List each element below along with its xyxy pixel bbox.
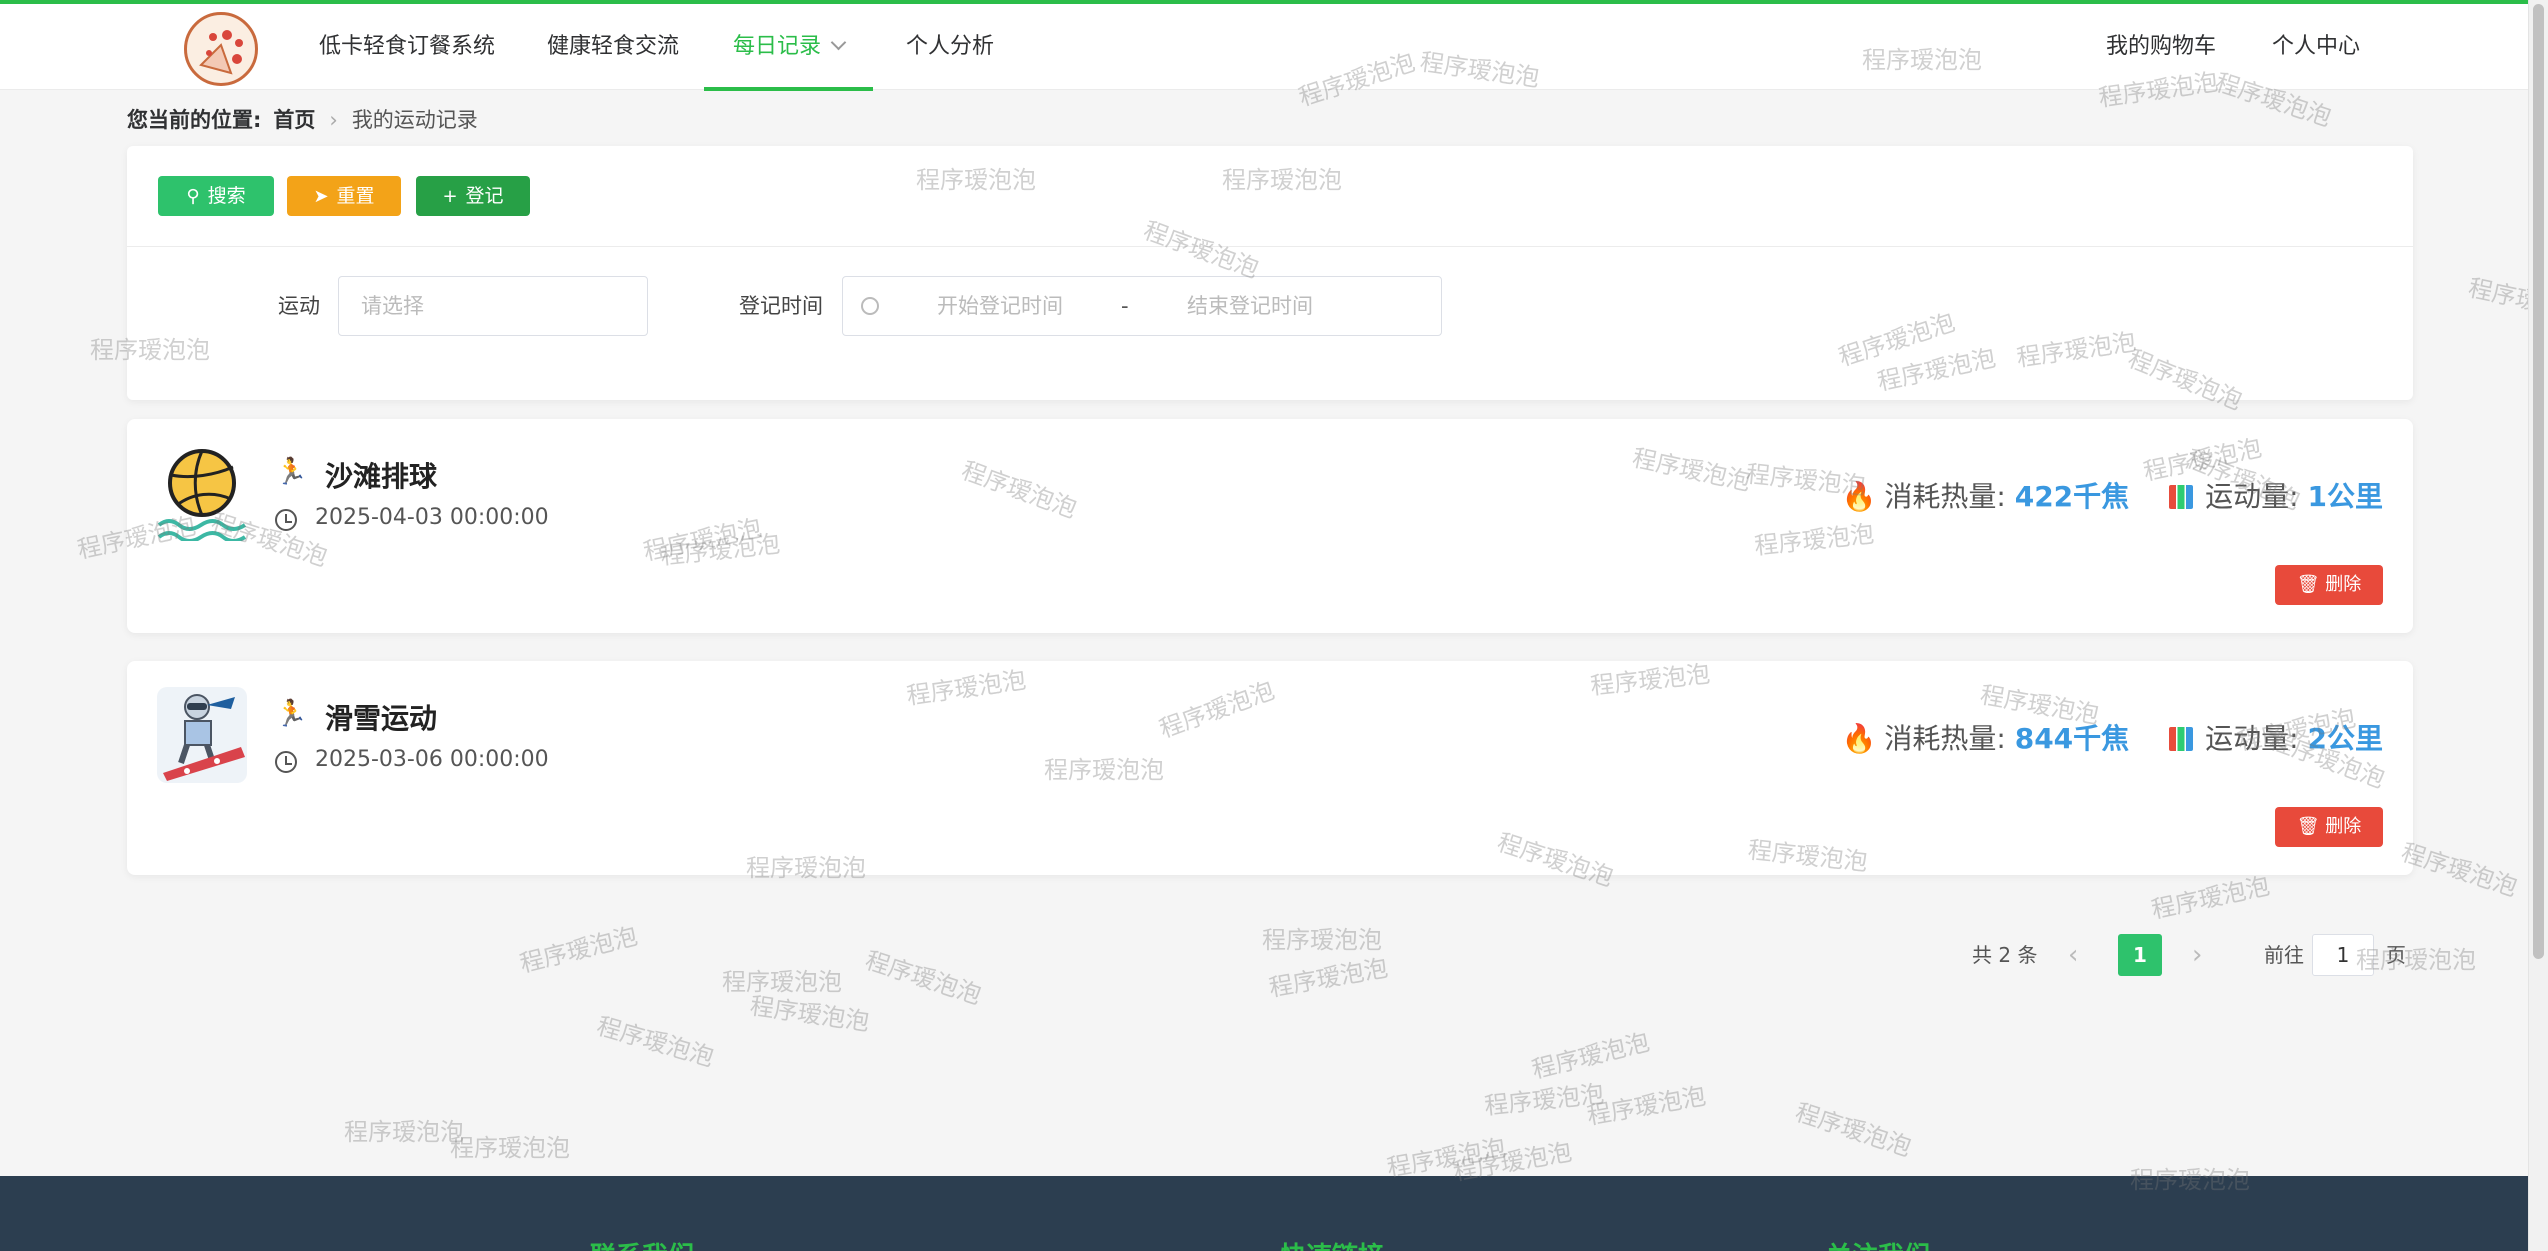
breadcrumb-separator-icon: ›	[329, 108, 338, 132]
reset-button[interactable]: ➤ 重置	[287, 176, 401, 216]
next-page-icon[interactable]: ›	[2192, 934, 2202, 976]
watermark-text: 程序瑷泡泡	[861, 946, 985, 1010]
record-card: 🏃 滑雪运动 2025-03-06 00:00:00 🔥 消耗热量: 844千焦运…	[127, 661, 2413, 875]
breadcrumb-current: 我的运动记录	[351, 108, 478, 132]
record-date: 2025-03-06 00:00:00	[315, 747, 549, 772]
pagination-goto-input[interactable]: 1	[2312, 934, 2374, 976]
calorie-value: 844千焦	[2014, 722, 2130, 755]
sport-filter-label: 运动	[278, 294, 320, 318]
snowboarder-icon	[157, 687, 247, 783]
time-end-input[interactable]: 结束登记时间	[1187, 277, 1313, 335]
trash-icon: 🗑	[2296, 816, 2326, 837]
nav-item-analysis[interactable]: 个人分析	[906, 4, 994, 90]
watermark-text: 程序瑷泡泡	[1529, 1027, 1653, 1085]
bar-chart-icon	[2169, 727, 2194, 751]
footer-contact-heading: 联系我们	[590, 1236, 694, 1251]
time-range-picker[interactable]: 开始登记时间 - 结束登记时间	[842, 276, 1442, 336]
sport-select[interactable]: 请选择	[338, 276, 648, 336]
breadcrumb: 您当前的位置: 首页 › 我的运动记录	[127, 104, 478, 134]
top-navbar: 低卡轻食订餐系统 健康轻食交流 每日记录 个人分析 我的购物车 个人中心	[0, 0, 2528, 91]
amount-value: 1公里	[2307, 480, 2383, 513]
chevron-down-icon	[830, 34, 847, 51]
clock-icon	[275, 751, 297, 773]
footer-follow-heading: 关注我们	[1826, 1236, 1930, 1251]
site-logo[interactable]	[184, 12, 258, 86]
breadcrumb-home-link[interactable]: 首页	[273, 108, 315, 132]
time-range-separator: -	[1121, 294, 1129, 318]
watermark-text: 程序瑷泡泡	[2397, 838, 2521, 902]
calorie-value: 422千焦	[2014, 480, 2130, 513]
site-footer: 联系我们 快速链接 关注我们	[0, 1176, 2528, 1251]
breadcrumb-label: 您当前的位置:	[127, 108, 262, 132]
search-button[interactable]: ⚲ 搜索	[158, 176, 274, 216]
record-sport-name: 滑雪运动	[325, 702, 438, 735]
search-panel: ⚲ 搜索 ➤ 重置 + 登记 运动 请选择 登记时间 开始登记时间 - 结束登记时间	[127, 146, 2413, 400]
fire-icon: 🔥	[1841, 480, 1877, 513]
record-stats: 🔥 消耗热量: 844千焦 运动量: 2公里	[1841, 722, 2384, 755]
watermark-text: 程序瑷泡泡	[517, 921, 641, 979]
running-person-icon: 🏃	[275, 457, 308, 487]
amount-value: 2公里	[2307, 722, 2383, 755]
watermark-text: 程序瑷泡泡	[722, 968, 842, 996]
watermark-text: 程序瑷泡泡	[2465, 273, 2528, 327]
watermark-text: 程序瑷泡泡	[748, 991, 872, 1037]
clock-icon	[275, 509, 297, 531]
nav-item-community[interactable]: 健康轻食交流	[547, 4, 679, 90]
delete-button[interactable]: 🗑 删除	[2275, 565, 2383, 605]
fire-icon: 🔥	[1841, 722, 1877, 755]
record-card: 🏃 沙滩排球 2025-04-03 00:00:00 🔥 消耗热量: 422千焦运…	[127, 419, 2413, 633]
pagination-goto-label: 前往	[2264, 943, 2304, 967]
trash-icon: 🗑	[2296, 574, 2326, 595]
nav-item-user-center[interactable]: 个人中心	[2272, 4, 2360, 90]
add-record-button[interactable]: + 登记	[416, 176, 530, 216]
volleyball-icon	[157, 445, 247, 543]
record-date: 2025-04-03 00:00:00	[315, 505, 549, 530]
record-sport-name: 沙滩排球	[325, 460, 438, 493]
page-scrollbar[interactable]	[2528, 0, 2548, 1251]
page-number-current[interactable]: 1	[2118, 934, 2162, 976]
footer-links-heading: 快速链接	[1280, 1236, 1384, 1251]
send-icon: ➤	[313, 186, 329, 207]
watermark-text: 程序瑷泡泡	[1483, 1079, 1606, 1121]
nav-item-home[interactable]: 低卡轻食订餐系统	[319, 4, 495, 90]
watermark-text: 程序瑷泡泡	[1384, 1133, 1508, 1183]
watermark-text: 程序瑷泡泡	[1262, 926, 1382, 954]
record-stats: 🔥 消耗热量: 422千焦 运动量: 1公里	[1841, 480, 2384, 513]
scrollbar-thumb[interactable]	[2533, 4, 2544, 959]
watermark-text: 程序瑷泡泡	[1266, 953, 1390, 1003]
watermark-text: 程序瑷泡泡	[450, 1134, 570, 1162]
running-person-icon: 🏃	[275, 699, 308, 729]
nav-item-cart[interactable]: 我的购物车	[2106, 4, 2216, 90]
pagination-page-label: 页	[2386, 943, 2406, 967]
nav-item-daily-record[interactable]: 每日记录	[704, 4, 874, 91]
prev-page-icon[interactable]: ‹	[2068, 934, 2078, 976]
watermark-text: 程序瑷泡泡	[344, 1118, 464, 1146]
clock-icon	[861, 297, 879, 315]
watermark-text: 程序瑷泡泡	[593, 1011, 717, 1072]
watermark-text: 程序瑷泡泡	[1584, 1081, 1708, 1131]
panel-divider	[127, 246, 2413, 247]
time-filter-label: 登记时间	[739, 294, 823, 318]
plus-icon: +	[442, 186, 458, 207]
pagination-total: 共 2 条	[1972, 943, 2038, 967]
time-start-input[interactable]: 开始登记时间	[937, 277, 1063, 335]
bar-chart-icon	[2169, 485, 2194, 509]
watermark-text: 程序瑷泡泡	[2356, 946, 2476, 974]
search-icon: ⚲	[186, 186, 200, 207]
delete-button[interactable]: 🗑 删除	[2275, 807, 2383, 847]
watermark-text: 程序瑷泡泡	[1791, 1098, 1915, 1162]
